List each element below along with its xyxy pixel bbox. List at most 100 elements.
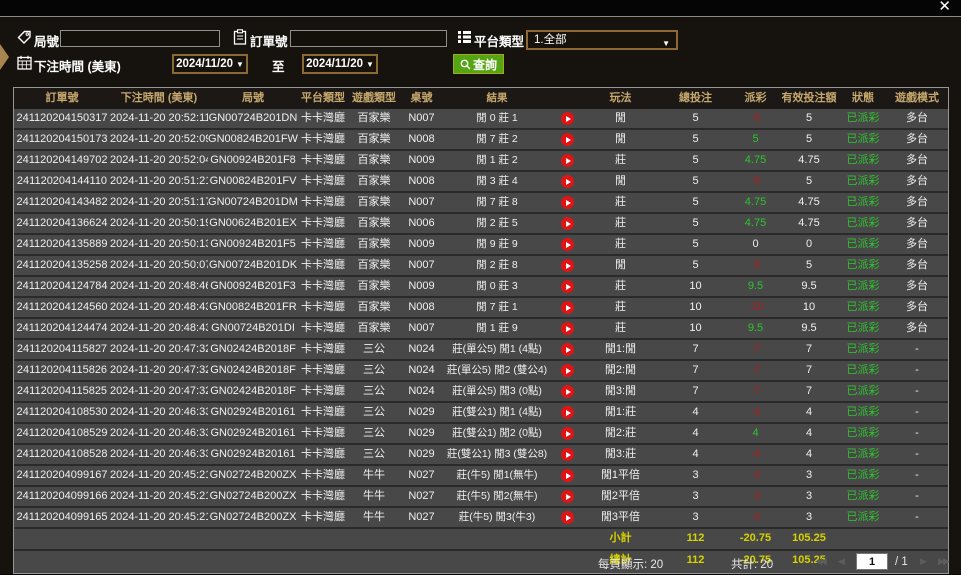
cell-bet-time: 2024-11-20 20:52:09 [110, 130, 208, 149]
play-video-icon[interactable] [561, 322, 574, 335]
table-row: 2411202041158252024-11-20 20:47:32GN0242… [14, 382, 948, 403]
cell-table-no: N024 [400, 382, 443, 401]
cell-result: 閒 1 莊 2 [443, 151, 551, 170]
clipboard-icon [233, 29, 247, 45]
cell-play-method: 莊 [583, 235, 658, 254]
cell-game-mode: 多台 [886, 130, 948, 149]
play-video-icon[interactable] [561, 385, 574, 398]
bet-records-table: 訂單號下注時間 (美東)局號平台類型遊戲類型桌號結果玩法總投注派彩有效投注額狀態… [13, 87, 949, 574]
cell-bet-time: 2024-11-20 20:51:17 [110, 193, 208, 212]
cell-result: 莊(雙公1) 閒2 (0點) [443, 424, 551, 443]
cell-result: 閒 1 莊 9 [443, 319, 551, 338]
cell-valid-bet: 4.75 [778, 151, 840, 170]
cell-table-no: N009 [400, 151, 443, 170]
cell-result: 閒 3 莊 4 [443, 172, 551, 191]
subtotal-row: 小計112-20.75105.25 [14, 529, 948, 551]
chevron-down-icon: ▼ [236, 60, 244, 69]
table-row: 2411202041085292024-11-20 20:46:33GN0292… [14, 424, 948, 445]
subtotal-play-method: 小計 [583, 529, 658, 549]
play-video-icon[interactable] [561, 133, 574, 146]
table-row: 2411202041352582024-11-20 20:50:07GN0072… [14, 256, 948, 277]
page-number-input[interactable] [856, 553, 888, 570]
cell-total-bet: 4 [658, 403, 733, 422]
cell-table-no: N007 [400, 256, 443, 275]
play-video-icon[interactable] [561, 238, 574, 251]
cell-valid-bet: 5 [778, 109, 840, 128]
drawer-handle-icon[interactable] [0, 44, 9, 70]
cell-bet-time: 2024-11-20 20:46:33 [110, 424, 208, 443]
cell-table-no: N029 [400, 424, 443, 443]
round-no-input[interactable] [60, 30, 220, 47]
order-no-input[interactable] [290, 30, 447, 47]
cell-valid-bet: 0 [778, 235, 840, 254]
cell-game-type: 三公 [348, 382, 400, 401]
cell-platform-type: 卡卡灣廳 [298, 487, 348, 506]
header-total-bet: 總投注 [658, 88, 733, 109]
play-video-icon[interactable] [561, 511, 574, 524]
cell-order-no: 241120204115826 [14, 361, 110, 380]
cell-bet-time: 2024-11-20 20:47:32 [110, 361, 208, 380]
date-to-picker[interactable]: 2024/11/20▼ [302, 54, 378, 74]
cell-order-no: 241120204099165 [14, 508, 110, 527]
cell-play-method: 莊 [583, 298, 658, 317]
cell-status: 已派彩 [840, 172, 886, 191]
play-video-icon[interactable] [561, 427, 574, 440]
cell-bet-time: 2024-11-20 20:52:11 [110, 109, 208, 128]
cell-order-no: 241120204135258 [14, 256, 110, 275]
cell-bet-time: 2024-11-20 20:47:32 [110, 340, 208, 359]
cell-game-type: 百家樂 [348, 172, 400, 191]
play-video-icon[interactable] [561, 343, 574, 356]
table-row: 2411202041245602024-11-20 20:48:43GN0082… [14, 298, 948, 319]
first-page-icon[interactable]: ◀◀ [815, 556, 825, 567]
date-from-picker[interactable]: 2024/11/20▼ [172, 54, 248, 74]
cell-order-no: 241120204108528 [14, 445, 110, 464]
cell-valid-bet: 4 [778, 403, 840, 422]
prev-page-icon[interactable]: ◀ [838, 556, 843, 567]
cell-table-no: N009 [400, 277, 443, 296]
platform-type-value: 1.全部 [534, 34, 567, 46]
play-video-icon[interactable] [561, 259, 574, 272]
cell-game-type: 百家樂 [348, 298, 400, 317]
cell-game-mode: - [886, 382, 948, 401]
top-strip [0, 0, 961, 16]
cell-play [551, 487, 583, 506]
play-video-icon[interactable] [561, 217, 574, 230]
list-icon [457, 30, 472, 44]
play-video-icon[interactable] [561, 154, 574, 167]
cell-platform-type: 卡卡灣廳 [298, 319, 348, 338]
cell-platform-type: 卡卡灣廳 [298, 466, 348, 485]
next-page-icon[interactable]: ▶ [920, 556, 925, 567]
cell-play [551, 172, 583, 191]
header-table-no: 桌號 [400, 88, 443, 109]
cell-table-no: N008 [400, 130, 443, 149]
play-video-icon[interactable] [561, 448, 574, 461]
play-video-icon[interactable] [561, 280, 574, 293]
play-video-icon[interactable] [561, 112, 574, 125]
cell-play-method: 莊 [583, 277, 658, 296]
cell-order-no: 241120204115827 [14, 340, 110, 359]
play-video-icon[interactable] [561, 301, 574, 314]
last-page-icon[interactable]: ▶▶ [938, 556, 948, 567]
search-button[interactable]: 查詢 [453, 54, 504, 74]
cell-game-type: 百家樂 [348, 109, 400, 128]
play-video-icon[interactable] [561, 364, 574, 377]
cell-valid-bet: 4.75 [778, 193, 840, 212]
platform-type-select[interactable]: 1.全部 ▼ [526, 30, 678, 50]
cell-total-bet: 5 [658, 130, 733, 149]
play-video-icon[interactable] [561, 406, 574, 419]
cell-order-no: 241120204150173 [14, 130, 110, 149]
play-video-icon[interactable] [561, 175, 574, 188]
play-video-icon[interactable] [561, 196, 574, 209]
cell-payout: 4.75 [733, 151, 778, 170]
cell-table-no: N007 [400, 319, 443, 338]
cell-game-type: 三公 [348, 424, 400, 443]
cell-table-no: N027 [400, 466, 443, 485]
cell-order-no: 241120204099167 [14, 466, 110, 485]
table-row: 2411202040991662024-11-20 20:45:21GN0272… [14, 487, 948, 508]
play-video-icon[interactable] [561, 469, 574, 482]
play-video-icon[interactable] [561, 490, 574, 503]
cell-valid-bet: 3 [778, 466, 840, 485]
close-icon[interactable]: ✕ [938, 0, 951, 16]
cell-total-bet: 10 [658, 319, 733, 338]
page-size-text: 每頁顯示: 20 [598, 556, 663, 572]
